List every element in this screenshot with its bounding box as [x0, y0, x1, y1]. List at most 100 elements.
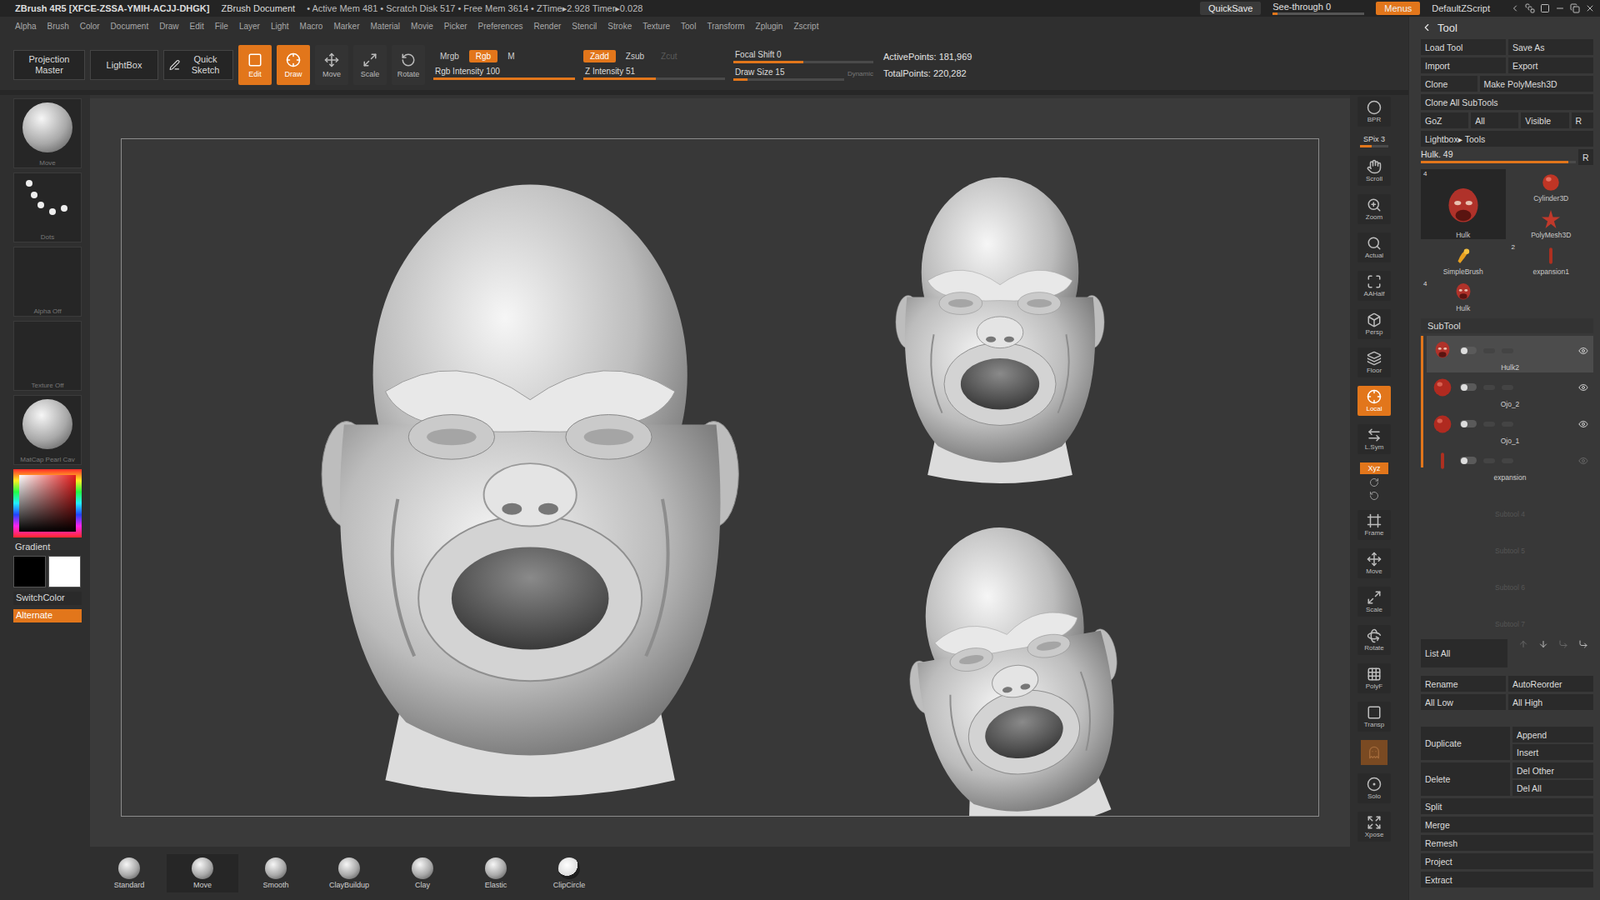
see-through-slider[interactable]: See-through 0	[1272, 1, 1365, 15]
color-square[interactable]	[19, 475, 76, 532]
visibility-toggle[interactable]	[1578, 382, 1589, 393]
move-up-icon[interactable]	[1518, 639, 1529, 650]
z-mode-button[interactable]: Zsub	[619, 50, 651, 63]
focal-shift-slider[interactable]: Focal Shift 0	[733, 50, 874, 64]
mode-button[interactable]: Draw	[276, 45, 310, 85]
subtool-row[interactable]: Ojo_1	[1426, 409, 1594, 446]
list-all-button[interactable]: List All	[1420, 639, 1508, 668]
move-down-icon[interactable]	[1538, 639, 1549, 650]
quicksave-button[interactable]: QuickSave	[1200, 1, 1261, 15]
color-picker[interactable]	[13, 469, 82, 538]
menu-item[interactable]: Color	[80, 21, 100, 31]
color-mode-button[interactable]: Mrgb	[433, 50, 466, 63]
alpha-tile[interactable]: Alpha Off	[13, 246, 82, 317]
z-intensity-slider-track[interactable]	[583, 77, 725, 80]
draw-size-slider[interactable]: Draw Size 15	[733, 67, 845, 81]
view-button[interactable]: Actual	[1357, 232, 1391, 263]
subtool-header[interactable]: SubTool	[1420, 318, 1594, 334]
tool-button[interactable]: Save As	[1508, 39, 1594, 55]
view-button[interactable]: Solo	[1357, 773, 1391, 804]
secondary-color-swatch[interactable]	[48, 555, 81, 588]
palette-section-button[interactable]: Merge	[1420, 816, 1594, 833]
view-button[interactable]: Scale	[1357, 586, 1391, 617]
goz-button[interactable]: Visible	[1520, 112, 1569, 129]
subtool-action-button[interactable]: All Low	[1420, 694, 1506, 710]
subtool-action-button[interactable]: Del Other	[1512, 762, 1594, 779]
reorder-icon[interactable]	[1558, 639, 1569, 650]
focal-shift-slider-track[interactable]	[733, 60, 874, 64]
texture-tile[interactable]: Texture Off	[13, 320, 82, 391]
menu-item[interactable]: File	[215, 21, 229, 31]
rotate-y-icon[interactable]	[1369, 477, 1380, 488]
goz-button[interactable]: R	[1571, 112, 1595, 129]
brush-button[interactable]: ClayBuildup	[313, 854, 385, 893]
clone-all-button[interactable]: Clone All SubTools	[1420, 94, 1594, 110]
subtool-action-button[interactable]: Del All	[1512, 780, 1594, 796]
goz-button[interactable]: GoZ	[1420, 112, 1469, 129]
subtool-action-button[interactable]: Append	[1512, 726, 1594, 743]
panel-icon[interactable]	[1540, 3, 1550, 14]
color-mode-button[interactable]: Rgb	[469, 50, 498, 63]
tool-thumbnail[interactable]: Cylinder3D	[1509, 169, 1595, 203]
view-button[interactable]: Move	[1357, 548, 1391, 579]
subtool-action-button[interactable]: AutoReorder	[1508, 675, 1594, 692]
tool-header[interactable]: Tool	[1420, 18, 1594, 37]
xyz-button[interactable]: Xyz	[1360, 462, 1389, 475]
draw-size-slider-track[interactable]	[733, 78, 845, 81]
polypaint-toggle[interactable]	[1460, 383, 1477, 391]
view-button[interactable]: Transp	[1357, 701, 1391, 732]
switch-color-button[interactable]: SwitchColor	[13, 591, 82, 605]
subtool-action-button[interactable]: Delete	[1420, 762, 1510, 796]
subtool-row[interactable]: expansion	[1426, 445, 1594, 483]
rgb-intensity-slider[interactable]: Rgb Intensity 100	[433, 66, 575, 80]
polypaint-toggle[interactable]	[1460, 456, 1477, 465]
menu-item[interactable]: Picker	[444, 21, 468, 31]
brush-button[interactable]: Standard	[93, 854, 165, 893]
spix-track[interactable]	[1360, 145, 1389, 148]
layout-icon[interactable]	[1525, 3, 1535, 14]
subtool-action-button[interactable]: Duplicate	[1420, 726, 1510, 760]
subtool-action-button[interactable]: All High	[1508, 694, 1594, 710]
mode-button[interactable]: Scale	[353, 45, 387, 85]
view-button[interactable]: Frame	[1357, 510, 1391, 540]
menu-item[interactable]: Zplugin	[755, 21, 784, 31]
palette-section-button[interactable]: Extract	[1420, 871, 1594, 888]
brush-button[interactable]: Move	[166, 854, 239, 893]
polypaint-toggle[interactable]	[1460, 346, 1477, 355]
reorder-down-icon[interactable]	[1578, 639, 1589, 650]
menu-item[interactable]: Layer	[239, 21, 260, 31]
brush-tile[interactable]: Move	[13, 98, 82, 169]
visibility-toggle[interactable]	[1578, 419, 1589, 430]
subtool-scrollbar[interactable]	[1420, 335, 1424, 630]
mode-button[interactable]: Edit	[238, 45, 272, 85]
view-button[interactable]: Rotate	[1357, 625, 1391, 655]
dynamic-toggle[interactable]: Dynamic	[847, 70, 874, 78]
alternate-button[interactable]: Alternate	[13, 609, 82, 623]
reset-button[interactable]: R	[1578, 149, 1594, 165]
document-frame[interactable]	[120, 138, 1320, 817]
main-color-swatch[interactable]	[13, 555, 46, 588]
rotate-z-icon[interactable]	[1369, 490, 1380, 501]
z-mode-button[interactable]: Zadd	[583, 50, 616, 63]
palette-section-button[interactable]: Split	[1420, 798, 1594, 815]
menu-item[interactable]: Alpha	[15, 21, 37, 31]
brush-button[interactable]: ClipCircle	[533, 854, 605, 893]
gradient-label[interactable]: Gradient	[13, 541, 82, 552]
tool-button[interactable]: Clone	[1420, 75, 1478, 92]
collapse-icon[interactable]	[1510, 3, 1520, 14]
spix-slider[interactable]: SPix 3	[1357, 135, 1391, 148]
tool-thumbnail[interactable]: SimpleBrush	[1420, 242, 1506, 276]
menu-item[interactable]: Brush	[47, 21, 70, 31]
minimize-icon[interactable]	[1555, 3, 1565, 14]
view-button[interactable]: Xpose	[1357, 811, 1391, 842]
close-icon[interactable]	[1585, 3, 1595, 14]
tool-button[interactable]: Import	[1420, 57, 1506, 74]
subtool-scroll-thumb[interactable]	[1420, 335, 1424, 468]
menu-item[interactable]: Draw	[159, 21, 179, 31]
brush-button[interactable]: Clay	[386, 854, 459, 893]
z-intensity-slider[interactable]: Z Intensity 51	[583, 66, 725, 80]
menu-item[interactable]: Transform	[706, 21, 745, 31]
collapse-icon[interactable]	[1420, 21, 1433, 34]
tool-thumbnail[interactable]: 2expansion1	[1509, 242, 1595, 276]
view-button[interactable]: Persp	[1357, 309, 1391, 340]
